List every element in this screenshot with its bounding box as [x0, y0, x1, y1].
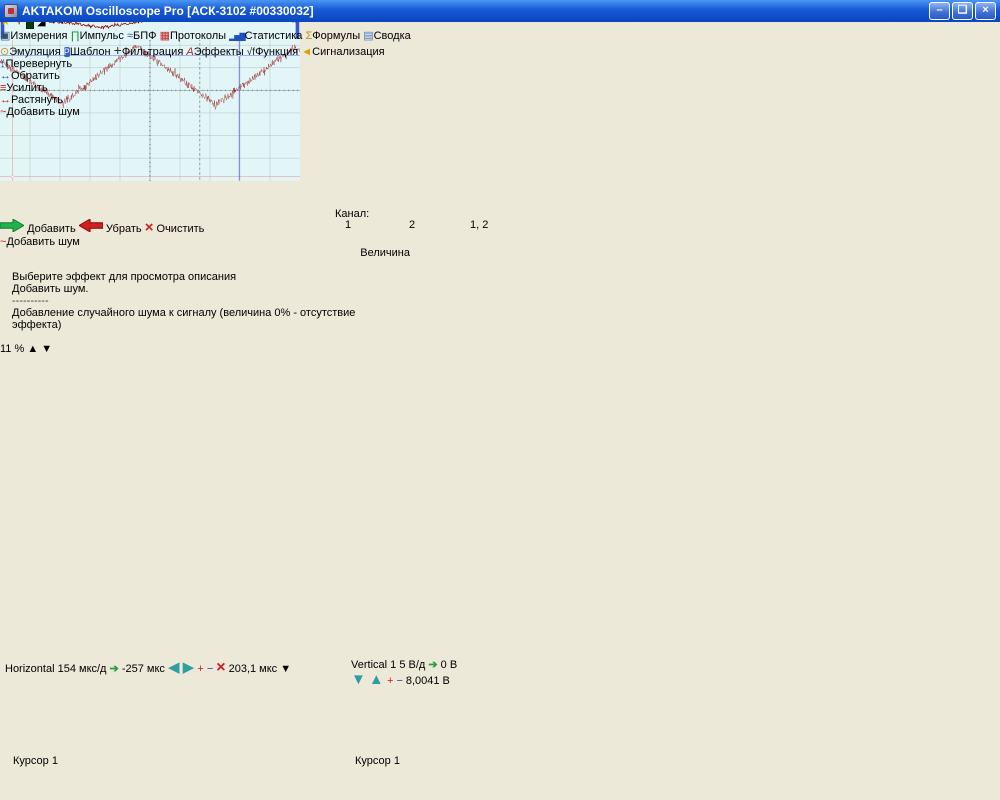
- volt-offset-field[interactable]: 0 В: [441, 659, 458, 671]
- time-offset-icon: ➔: [110, 663, 119, 675]
- tab-emulation[interactable]: ⊙Эмуляция: [0, 46, 61, 58]
- clear-x-icon: ×: [145, 219, 154, 236]
- volt-scale-field[interactable]: 5 В/д: [399, 659, 425, 671]
- window-titlebar: AKTAKOM Oscilloscope Pro [АСК-3102 #0033…: [0, 0, 1000, 22]
- maximize-button[interactable]: ❑: [952, 2, 973, 20]
- h-cursor-dropdown[interactable]: ▼: [280, 663, 291, 675]
- tab-protocols[interactable]: ▦Протоколы: [160, 30, 226, 42]
- zoom-in-icon: +: [197, 663, 203, 675]
- tab-formulas[interactable]: ΣФормулы: [305, 30, 360, 42]
- window-title: AKTAKOM Oscilloscope Pro [АСК-3102 #0033…: [22, 4, 314, 18]
- v-zoom-out-button[interactable]: −: [396, 675, 402, 687]
- zoom-out-button[interactable]: −: [207, 663, 213, 675]
- shift-up-button[interactable]: ▲: [369, 671, 384, 688]
- v-cursor-field[interactable]: 8,0041 В: [406, 675, 450, 687]
- tab-filtering[interactable]: +Фильтрация: [114, 46, 184, 58]
- tab-pulse[interactable]: ∏Импульс: [71, 30, 124, 42]
- list-item[interactable]: ~Добавить шум: [0, 236, 213, 248]
- time-scale-field[interactable]: 154 мкс/д: [58, 663, 107, 675]
- description-text: Добавить шум. ---------- Добавление случ…: [12, 283, 402, 399]
- channel-group: Канал: 1 2 1, 2: [335, 208, 548, 242]
- tab-measurements[interactable]: ▣Измерения: [0, 30, 67, 42]
- h-cursor-label: Курсор 1: [13, 755, 58, 767]
- list-item[interactable]: ↔Растянуть: [0, 94, 199, 106]
- list-item[interactable]: ↔Обратить: [0, 70, 199, 82]
- radio-channel-2[interactable]: 2: [405, 219, 415, 231]
- radio-channel-1-2[interactable]: 1, 2: [466, 219, 488, 231]
- add-effect-button[interactable]: Добавить: [0, 223, 79, 235]
- minimize-button[interactable]: –: [929, 2, 950, 20]
- horizontal-panel-title: Horizontal: [5, 663, 55, 675]
- arrow-left-icon: [79, 219, 103, 232]
- tab-summary[interactable]: ▤Сводка: [363, 30, 411, 42]
- description-group-label: Выберите эффект для просмотра описания: [12, 271, 236, 283]
- pan-left-icon: ◀: [168, 659, 180, 676]
- pan-right-icon: ▶: [183, 659, 195, 676]
- zoom-out-icon: −: [396, 675, 402, 687]
- close-button[interactable]: ×: [975, 2, 996, 20]
- arrow-right-icon: [0, 219, 24, 232]
- clear-effects-button[interactable]: × Очистить: [145, 223, 205, 235]
- vertical-panel-title: Vertical 1: [351, 659, 396, 671]
- list-item[interactable]: ↕Перевернуть: [0, 58, 199, 70]
- tab-alarm[interactable]: ◄Сигнализация: [301, 46, 384, 58]
- pan-left-button[interactable]: ◀: [168, 659, 180, 676]
- app-icon: [4, 4, 18, 18]
- description-group: Выберите эффект для просмотра описания Д…: [12, 271, 548, 414]
- tab-row-1: ▣Измерения ∏Импульс ≈БПФ ▦Протоколы ▂▅▇С…: [0, 29, 411, 42]
- shift-down-button[interactable]: ▼: [351, 671, 366, 688]
- zoom-in-icon: +: [387, 675, 393, 687]
- clear-zoom-button[interactable]: ×: [216, 659, 225, 676]
- shift-down-icon: ▼: [351, 671, 366, 688]
- magnitude-label: Величина: [335, 247, 410, 259]
- time-offset-field[interactable]: -257 мкс: [122, 663, 165, 675]
- h-cursor-combobox[interactable]: 203,1 мкс: [229, 663, 278, 675]
- tab-fft[interactable]: ≈БПФ: [127, 30, 157, 42]
- v-cursor-label: Курсор 1: [355, 755, 400, 767]
- volt-offset-icon: ➔: [428, 659, 437, 671]
- tab-statistics[interactable]: ▂▅▇Статистика: [229, 30, 302, 42]
- v-zoom-in-button[interactable]: +: [387, 675, 393, 687]
- vertical-panel: Vertical 1 5 В/д ➔ 0 В ▼ ▲ + − Курсор 1 …: [351, 658, 463, 787]
- clear-zoom-icon: ×: [216, 659, 225, 676]
- horizontal-panel: Horizontal 154 мкс/д ➔ -257 мкс ◀ ▶ + − …: [5, 658, 348, 787]
- tab-template[interactable]: PШаблон: [64, 46, 111, 58]
- tab-function[interactable]: √fФункция: [247, 46, 298, 58]
- zoom-out-icon: −: [207, 663, 213, 675]
- tab-effects[interactable]: AЭффекты: [186, 46, 243, 58]
- available-effects-list[interactable]: ↕Перевернуть ↔Обратить ≡Усилить ↔Растяну…: [0, 58, 199, 219]
- shift-up-icon: ▲: [369, 671, 384, 688]
- remove-effect-button[interactable]: Убрать: [79, 223, 145, 235]
- tab-row-2: ⊙Эмуляция PШаблон +Фильтрация AЭффекты √…: [0, 42, 411, 58]
- analysis-module-dialog: Модуль анализа × ★ + ~ ◢ – × ▣Измерения …: [0, 0, 411, 355]
- list-item[interactable]: ~Добавить шум: [0, 106, 199, 118]
- list-item[interactable]: ≡Усилить: [0, 82, 199, 94]
- radio-channel-1[interactable]: 1: [341, 219, 351, 231]
- pan-right-button[interactable]: ▶: [183, 659, 195, 676]
- zoom-in-button[interactable]: +: [197, 663, 203, 675]
